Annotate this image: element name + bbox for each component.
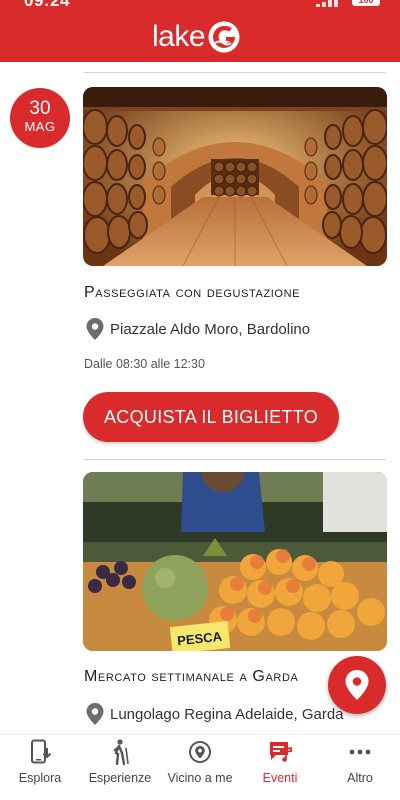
status-bar: 09:24 100	[0, 0, 400, 12]
wine-cellar-image	[83, 87, 387, 266]
buy-ticket-button[interactable]: ACQUISTA IL BIGLIETTO	[83, 392, 339, 442]
nav-label: Altro	[347, 771, 373, 785]
nav-label: Esplora	[18, 771, 62, 785]
bottom-nav: Esplora Esperienze Vicino a me Eventi Al…	[0, 734, 400, 800]
location-text: Piazzale Aldo Moro, Bardolino	[110, 320, 311, 338]
location-pin-icon	[86, 703, 104, 725]
logo-mark-icon	[208, 21, 240, 53]
market-image: PESCA	[83, 472, 387, 651]
event-image-wine-cellar[interactable]	[83, 87, 387, 266]
map-pin-icon	[345, 670, 369, 700]
nav-item-eventi[interactable]: Eventi	[240, 735, 320, 800]
events-list[interactable]: 30 MAG Passeggiata con degustazione Piaz…	[0, 62, 400, 734]
status-time: 09:24	[24, 0, 70, 10]
nav-item-vicino-a-me[interactable]: Vicino a me	[160, 735, 240, 800]
logo-text: lake	[152, 20, 206, 53]
location-target-icon	[189, 741, 211, 763]
event-location: Piazzale Aldo Moro, Bardolino	[86, 318, 310, 340]
date-day: 30	[29, 98, 51, 119]
hiker-icon	[113, 739, 129, 765]
event-time: Dalle 08:30 alle 12:30	[84, 357, 205, 371]
map-fab-button[interactable]	[328, 656, 386, 714]
date-month: MAG	[24, 119, 56, 134]
divider	[84, 459, 386, 460]
status-icons: 100	[316, 0, 380, 8]
nav-item-altro[interactable]: Altro	[320, 735, 400, 800]
nav-item-esperienze[interactable]: Esperienze	[80, 735, 160, 800]
location-text: Lungolago Regina Adelaide, Garda	[110, 705, 344, 723]
more-dots-icon	[349, 749, 371, 755]
nav-label: Vicino a me	[167, 771, 233, 785]
lake-logo: lake	[152, 20, 241, 54]
battery-icon: 100	[352, 0, 380, 6]
event-location: Lungolago Regina Adelaide, Garda	[86, 703, 344, 725]
date-badge: 30 MAG	[10, 88, 70, 148]
nav-item-esplora[interactable]: Esplora	[0, 735, 80, 800]
nav-label: Esperienze	[88, 771, 152, 785]
event-title[interactable]: Passeggiata con degustazione	[84, 284, 300, 302]
event-image-market[interactable]: PESCA	[83, 472, 387, 651]
app-header: 09:24 100 lake	[0, 0, 400, 62]
location-pin-icon	[86, 318, 104, 340]
events-icon	[270, 742, 292, 762]
divider	[84, 72, 386, 73]
phone-download-icon	[31, 739, 52, 764]
signal-icon	[316, 0, 338, 7]
event-title[interactable]: Mercato settimanale a Garda	[84, 668, 298, 686]
nav-label: Eventi	[262, 771, 298, 785]
